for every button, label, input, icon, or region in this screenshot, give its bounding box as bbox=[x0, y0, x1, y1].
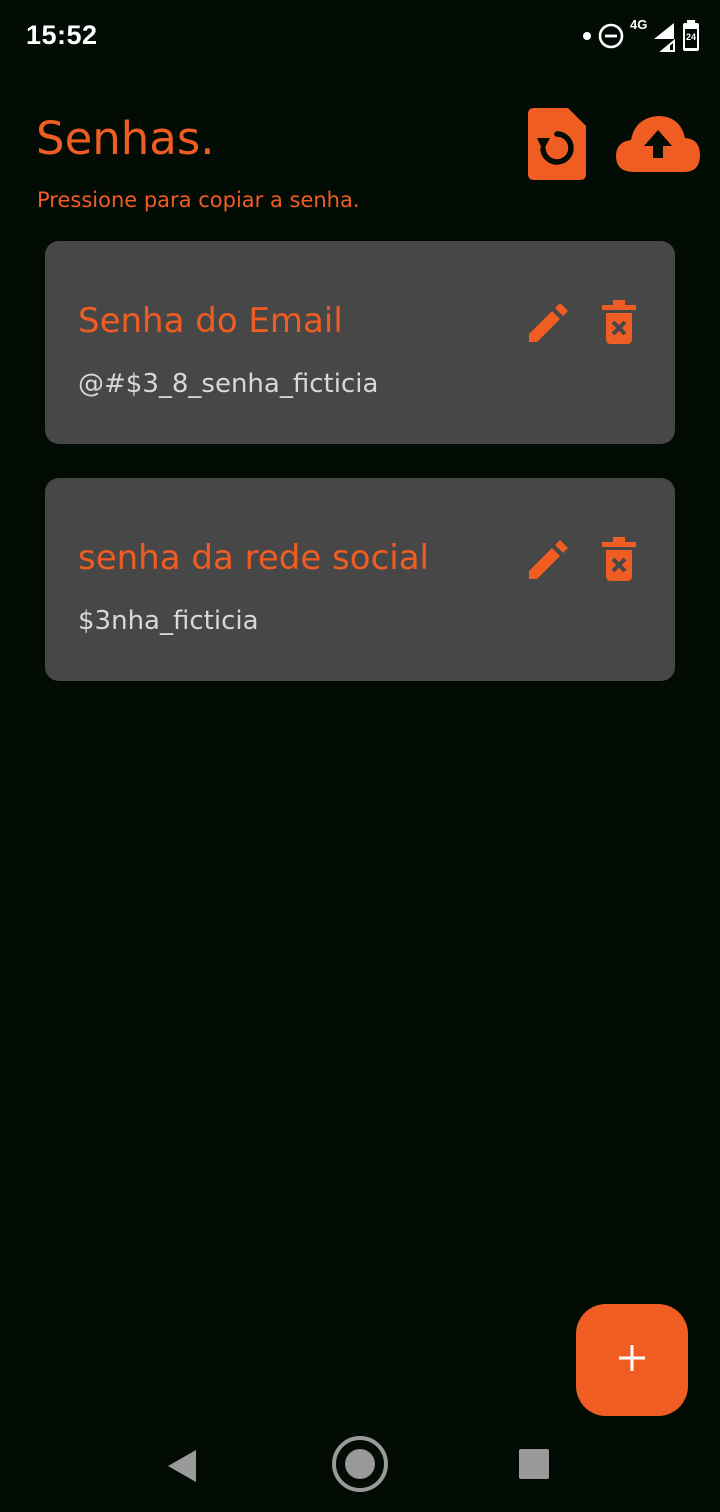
navigation-bar bbox=[0, 1416, 720, 1512]
password-title: Senha do Email bbox=[78, 301, 343, 341]
trash-icon bbox=[601, 537, 637, 586]
trash-icon bbox=[601, 300, 637, 349]
battery-icon: 24 bbox=[682, 20, 700, 52]
home-icon bbox=[330, 1436, 390, 1498]
nav-recents-button[interactable] bbox=[516, 1446, 552, 1482]
signal-4g-icon: 4G bbox=[630, 17, 676, 53]
password-value[interactable]: $3nha_ficticia bbox=[78, 606, 259, 636]
status-time: 15:52 bbox=[26, 20, 98, 50]
status-bar: 15:52 4G 24 bbox=[0, 0, 720, 76]
edit-button[interactable] bbox=[527, 300, 571, 344]
notification-dot-icon bbox=[582, 31, 592, 41]
restore-backup-button[interactable] bbox=[528, 108, 588, 180]
password-value[interactable]: @#$3_8_senha_ficticia bbox=[78, 369, 378, 399]
restore-file-icon bbox=[528, 108, 588, 184]
pencil-icon bbox=[527, 540, 571, 585]
delete-button[interactable] bbox=[601, 299, 637, 345]
add-icon bbox=[617, 1343, 647, 1377]
status-icons: 4G 24 bbox=[582, 17, 700, 54]
password-title: senha da rede social bbox=[78, 538, 429, 578]
pencil-icon bbox=[527, 303, 571, 348]
add-password-button[interactable] bbox=[576, 1304, 688, 1416]
recents-icon bbox=[516, 1449, 552, 1486]
back-icon bbox=[160, 1450, 204, 1492]
upload-backup-button[interactable] bbox=[614, 112, 702, 176]
battery-level: 24 bbox=[685, 32, 696, 42]
password-card[interactable]: senha da rede social $3nha_ficticia bbox=[45, 478, 675, 681]
delete-button[interactable] bbox=[601, 536, 637, 582]
nav-back-button[interactable] bbox=[160, 1444, 204, 1488]
do-not-disturb-icon bbox=[598, 23, 624, 49]
nav-home-button[interactable] bbox=[330, 1434, 390, 1494]
edit-button[interactable] bbox=[527, 537, 571, 581]
page-title: Senhas. bbox=[36, 112, 215, 165]
cloud-upload-icon bbox=[614, 116, 702, 180]
password-card[interactable]: Senha do Email @#$3_8_senha_ficticia bbox=[45, 241, 675, 444]
page-subtitle: Pressione para copiar a senha. bbox=[37, 188, 360, 212]
